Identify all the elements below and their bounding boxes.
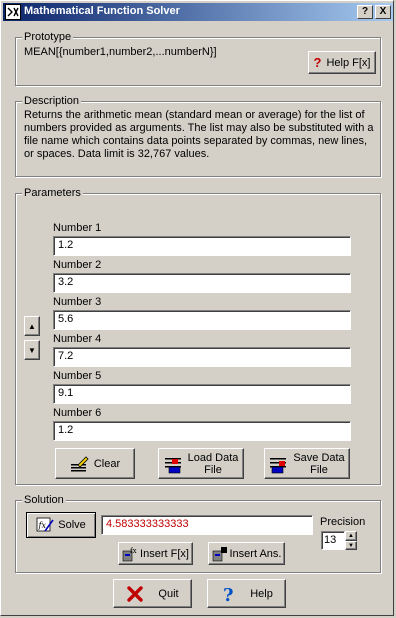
number-6-input[interactable]: 1.2	[53, 421, 351, 441]
number-5-label: Number 5	[53, 370, 102, 382]
quit-button[interactable]: Quit	[113, 579, 192, 608]
clear-label: Clear	[93, 457, 121, 470]
help-fx-button[interactable]: ? Help F[x]	[308, 51, 376, 74]
load-label-line1: Load Data	[187, 451, 239, 464]
precision-label: Precision	[320, 516, 366, 528]
title-bar: Mathematical Function Solver ? X	[3, 3, 393, 21]
load-file-icon	[164, 454, 184, 474]
number-5-input[interactable]: 9.1	[53, 384, 351, 404]
question-mark-icon: ?	[313, 55, 322, 70]
description-legend: Description	[22, 95, 82, 107]
svg-text:fx: fx	[38, 521, 47, 530]
number-6-label: Number 6	[53, 407, 102, 419]
app-icon	[5, 4, 21, 20]
number-3-input[interactable]: 5.6	[53, 310, 351, 330]
scroll-up-button[interactable]: ▲	[24, 316, 40, 336]
number-1-label: Number 1	[53, 222, 102, 234]
svg-text:?: ?	[223, 585, 234, 603]
solve-fx-icon: fx	[36, 516, 54, 534]
prototype-legend: Prototype	[22, 31, 74, 43]
solve-label: Solve	[58, 519, 86, 531]
title-close-button[interactable]: X	[375, 5, 391, 19]
red-x-icon	[126, 585, 144, 603]
blue-question-icon: ?	[220, 585, 238, 606]
quit-label: Quit	[158, 587, 179, 600]
number-2-label: Number 2	[53, 259, 102, 271]
prototype-text: MEAN[{number1,number2,...numberN}]	[24, 46, 217, 58]
svg-text:fx: fx	[130, 547, 137, 555]
clear-button[interactable]: Clear	[55, 448, 135, 479]
help-label: Help	[250, 587, 273, 600]
solve-button[interactable]: fx Solve	[26, 512, 96, 538]
save-data-file-button[interactable]: Save Data File	[264, 448, 350, 479]
description-text: Returns the arithmetic mean (standard me…	[24, 109, 374, 160]
insert-ans-button[interactable]: Insert Ans.	[208, 542, 285, 565]
parameters-legend: Parameters	[22, 187, 83, 199]
number-3-label: Number 3	[53, 296, 102, 308]
clear-pencil-icon	[70, 454, 90, 474]
precision-up-button[interactable]: ▲	[345, 531, 357, 541]
scroll-down-button[interactable]: ▼	[24, 340, 40, 360]
insert-fx-button[interactable]: fx Insert F[x]	[118, 542, 193, 565]
precision-input[interactable]: 13	[321, 531, 345, 550]
prototype-group: Prototype MEAN[{number1,number2,...numbe…	[15, 31, 381, 86]
save-label-line2: File	[310, 463, 328, 476]
load-data-file-button[interactable]: Load Data File	[158, 448, 244, 479]
insert-fx-label: Insert F[x]	[140, 547, 189, 560]
parameters-group: Parameters ▲ ▼ Number 1 1.2 Number 2 3.2…	[15, 187, 381, 485]
precision-down-button[interactable]: ▼	[345, 541, 357, 550]
result-field[interactable]: 4.583333333333	[101, 515, 313, 535]
title-help-button[interactable]: ?	[357, 5, 373, 19]
save-label-line1: Save Data	[293, 451, 345, 464]
solution-group: Solution fx Solve 4.583333333333 Precisi…	[15, 494, 381, 573]
number-4-label: Number 4	[53, 333, 102, 345]
number-1-input[interactable]: 1.2	[53, 236, 351, 256]
insert-fx-icon: fx	[122, 546, 138, 562]
number-4-input[interactable]: 7.2	[53, 347, 351, 367]
solver-window: Mathematical Function Solver ? X Prototy…	[0, 0, 394, 616]
save-file-icon	[269, 454, 289, 474]
number-2-input[interactable]: 3.2	[53, 273, 351, 293]
window-title: Mathematical Function Solver	[24, 5, 180, 17]
help-fx-label: Help F[x]	[326, 56, 371, 69]
insert-ans-icon	[212, 546, 228, 562]
load-label-line2: File	[204, 463, 222, 476]
solution-legend: Solution	[22, 494, 66, 506]
description-group: Description Returns the arithmetic mean …	[15, 95, 381, 177]
help-button[interactable]: ? Help	[207, 579, 286, 608]
insert-ans-label: Insert Ans.	[229, 547, 282, 560]
